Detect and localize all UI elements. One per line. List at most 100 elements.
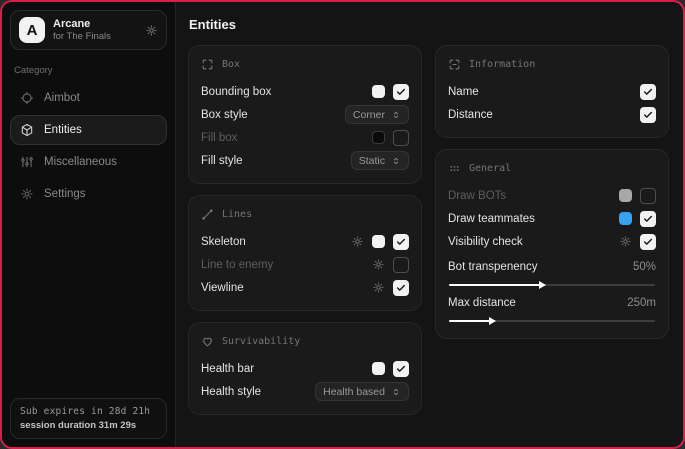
app-name: Arcane	[53, 18, 111, 31]
draw-bots-row: Draw BOTs	[448, 184, 656, 207]
health-bar-row: Health bar	[201, 357, 409, 380]
setting-label: Bounding box	[201, 86, 271, 98]
draw-teammates-color-swatch[interactable]	[619, 212, 632, 225]
draw-bots-checkbox[interactable]	[640, 188, 656, 204]
skeleton-checkbox[interactable]	[393, 234, 409, 250]
panel-title: Box	[222, 59, 240, 70]
setting-label: Line to enemy	[201, 259, 273, 271]
name-checkbox[interactable]	[640, 84, 656, 100]
chevron-up-down-icon	[391, 387, 401, 397]
setting-label: Health bar	[201, 363, 254, 375]
skeleton-config-gear-icon[interactable]	[351, 235, 364, 248]
crosshair-icon	[20, 91, 34, 105]
panel-title: General	[469, 163, 511, 174]
sidebar-item-settings[interactable]: Settings	[10, 179, 167, 209]
brand-settings-gear-icon[interactable]	[145, 24, 158, 37]
viewline-config-gear-icon[interactable]	[372, 281, 385, 294]
setting-label: Bot transpenency	[448, 261, 538, 273]
setting-label: Box style	[201, 109, 248, 121]
max-distance-group: Max distance 250m	[448, 291, 656, 322]
sidebar-item-aimbot[interactable]: Aimbot	[10, 83, 167, 113]
box-style-dropdown[interactable]: Corner	[345, 105, 409, 124]
sidebar-item-label: Aimbot	[44, 92, 80, 104]
heart-icon	[201, 335, 214, 348]
category-label: Category	[14, 65, 163, 76]
slider-fill	[449, 320, 494, 322]
chevron-up-down-icon	[391, 110, 401, 120]
fill-box-checkbox[interactable]	[393, 130, 409, 146]
subscription-info-card: Sub expires in 28d 21h session duration …	[10, 398, 167, 439]
fill-style-dropdown[interactable]: Static	[351, 151, 409, 170]
main-content: Entities Box Bounding box	[176, 2, 683, 447]
visibility-check-checkbox[interactable]	[640, 234, 656, 250]
general-panel: General Draw BOTs Draw teammates	[435, 149, 669, 339]
app-window-frame: A Arcane for The Finals Category Aimbot	[0, 0, 685, 449]
setting-label: Draw BOTs	[448, 190, 506, 202]
survivability-panel: Survivability Health bar Health style He…	[188, 322, 422, 415]
page-title: Entities	[189, 17, 669, 32]
sidebar-item-label: Entities	[44, 124, 82, 136]
box-style-row: Box style Corner	[201, 103, 409, 126]
dropdown-value: Corner	[353, 109, 385, 121]
bot-transparency-value: 50%	[633, 261, 656, 273]
sidebar-item-label: Miscellaneous	[44, 156, 117, 168]
panel-title: Information	[469, 59, 535, 70]
setting-label: Name	[448, 86, 479, 98]
gear-icon	[20, 187, 34, 201]
grid-dots-icon	[448, 162, 461, 175]
setting-label: Fill style	[201, 155, 243, 167]
line-to-enemy-row: Line to enemy	[201, 253, 409, 276]
lines-panel: Lines Skeleton Line to enemy	[188, 195, 422, 311]
panel-title: Survivability	[222, 336, 300, 347]
app-window: A Arcane for The Finals Category Aimbot	[2, 2, 683, 447]
sidebar-item-entities[interactable]: Entities	[10, 115, 167, 145]
sidebar-item-miscellaneous[interactable]: Miscellaneous	[10, 147, 167, 177]
setting-label: Max distance	[448, 297, 516, 309]
slider-fill	[449, 284, 544, 286]
bounding-box-color-swatch[interactable]	[372, 85, 385, 98]
viewline-row: Viewline	[201, 276, 409, 299]
viewline-checkbox[interactable]	[393, 280, 409, 296]
health-style-dropdown[interactable]: Health based	[315, 382, 409, 401]
visibility-check-row: Visibility check	[448, 230, 656, 253]
information-panel: Information Name Distance	[435, 45, 669, 138]
fill-box-color-swatch[interactable]	[372, 131, 385, 144]
line-to-enemy-checkbox[interactable]	[393, 257, 409, 273]
draw-teammates-checkbox[interactable]	[640, 211, 656, 227]
box-panel: Box Bounding box Box style Corner	[188, 45, 422, 184]
setting-label: Viewline	[201, 282, 244, 294]
dropdown-value: Health based	[323, 386, 385, 398]
brand-card: A Arcane for The Finals	[10, 10, 167, 50]
health-style-row: Health style Health based	[201, 380, 409, 403]
brand-text: Arcane for The Finals	[53, 18, 111, 43]
bounding-box-row: Bounding box	[201, 80, 409, 103]
setting-label: Health style	[201, 386, 261, 398]
health-bar-color-swatch[interactable]	[372, 362, 385, 375]
skeleton-color-swatch[interactable]	[372, 235, 385, 248]
distance-checkbox[interactable]	[640, 107, 656, 123]
fill-box-row: Fill box	[201, 126, 409, 149]
cube-icon	[20, 123, 34, 137]
health-bar-checkbox[interactable]	[393, 361, 409, 377]
name-row: Name	[448, 80, 656, 103]
session-duration-text: session duration 31m 29s	[20, 420, 157, 431]
app-logo: A	[19, 17, 45, 43]
app-subtitle: for The Finals	[53, 31, 111, 42]
sub-expiry-text: Sub expires in 28d 21h	[20, 406, 157, 417]
diagonal-line-icon	[201, 208, 214, 221]
bounding-box-checkbox[interactable]	[393, 84, 409, 100]
scan-corners-icon	[201, 58, 214, 71]
draw-teammates-row: Draw teammates	[448, 207, 656, 230]
bot-transparency-slider[interactable]	[449, 284, 655, 286]
line-to-enemy-config-gear-icon[interactable]	[372, 258, 385, 271]
right-column: Information Name Distance	[435, 45, 669, 339]
sidebar: A Arcane for The Finals Category Aimbot	[2, 2, 176, 447]
sidebar-item-label: Settings	[44, 188, 86, 200]
visibility-check-config-gear-icon[interactable]	[619, 235, 632, 248]
left-column: Box Bounding box Box style Corner	[188, 45, 422, 415]
max-distance-value: 250m	[627, 297, 656, 309]
setting-label: Fill box	[201, 132, 237, 144]
draw-bots-color-swatch[interactable]	[619, 189, 632, 202]
dropdown-value: Static	[359, 155, 385, 167]
max-distance-slider[interactable]	[449, 320, 655, 322]
